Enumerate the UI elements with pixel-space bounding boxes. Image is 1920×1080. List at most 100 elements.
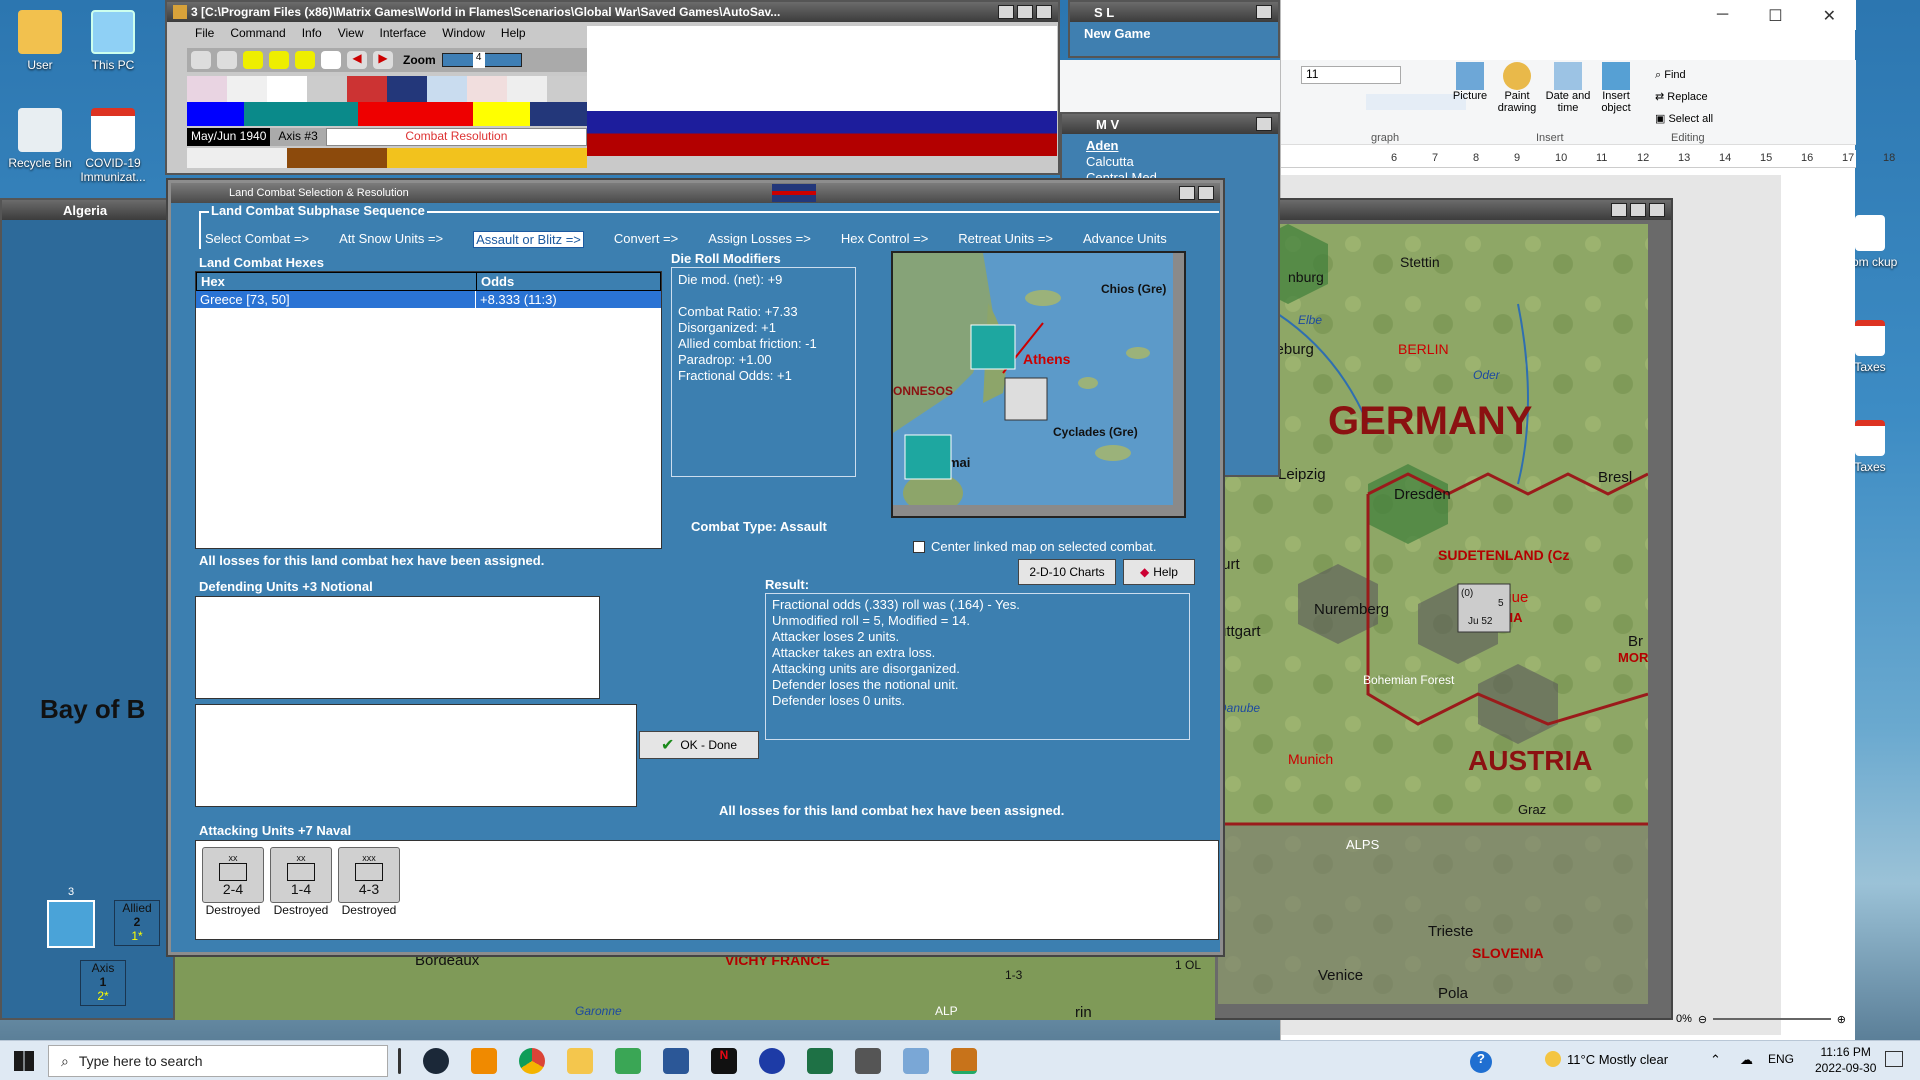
unit-counter[interactable] <box>970 324 1016 370</box>
sequence-step[interactable]: Select Combat => <box>205 231 309 248</box>
list-item[interactable]: Aden <box>1086 138 1157 154</box>
zoom-out-icon[interactable]: ⊖ <box>1698 1013 1707 1026</box>
lower-map-strip[interactable]: Bordeaux VICHY FRANCE Garonne ALP rin 1-… <box>175 952 1215 1021</box>
sequence-step[interactable]: Advance Units <box>1083 231 1167 248</box>
calculator-icon[interactable] <box>855 1048 881 1074</box>
list-item[interactable]: Calcutta <box>1086 154 1157 170</box>
network-icon[interactable]: ☁ <box>1740 1052 1753 1068</box>
font-size-box[interactable]: 11 <box>1301 66 1401 84</box>
excel-icon[interactable] <box>807 1048 833 1074</box>
maximize-icon[interactable] <box>1630 203 1646 217</box>
unit-stack-counter[interactable] <box>47 900 95 948</box>
search-box[interactable]: ⌕ Type here to search <box>48 1045 388 1077</box>
zoom-in-icon[interactable]: ⊕ <box>1837 1013 1846 1026</box>
list-item[interactable]: Central Med <box>1086 170 1157 178</box>
flag-icon[interactable] <box>227 76 267 102</box>
netflix-icon[interactable]: N <box>711 1048 737 1074</box>
menu-item-command[interactable]: Command <box>230 26 285 40</box>
china-flag-icon[interactable] <box>347 76 387 102</box>
zoom-slider[interactable] <box>1713 1018 1831 1020</box>
paint-drawing-button[interactable]: Paint drawing <box>1493 62 1541 114</box>
sequence-step[interactable]: Assault or Blitz => <box>473 231 584 248</box>
maximize-icon[interactable] <box>1017 5 1033 19</box>
task-view-icon[interactable] <box>398 1048 401 1074</box>
sequence-step[interactable]: Retreat Units => <box>958 231 1053 248</box>
ok-done-button[interactable]: ✔ OK - Done <box>639 731 759 759</box>
unit-counter[interactable]: xxx 4-3 <box>338 847 400 903</box>
replace-button[interactable]: ⇄ Replace <box>1655 86 1713 108</box>
minimize-icon[interactable] <box>1611 203 1627 217</box>
charts-button[interactable]: 2-D-10 Charts <box>1018 559 1116 585</box>
menu-item-help[interactable]: Help <box>501 26 526 40</box>
uk-flag-icon[interactable] <box>387 76 427 102</box>
unit-counter[interactable]: xx 2-4 <box>202 847 264 903</box>
wordpad-icon[interactable] <box>903 1048 929 1074</box>
file-explorer-icon[interactable] <box>567 1048 593 1074</box>
flag-icon[interactable] <box>427 76 467 102</box>
menu-item-view[interactable]: View <box>338 26 364 40</box>
menu-item-file[interactable]: File <box>195 26 214 40</box>
windows-start-icon[interactable] <box>14 1051 34 1071</box>
flag-icon[interactable] <box>547 76 587 102</box>
unit-counter[interactable] <box>1004 377 1048 421</box>
chrome-icon[interactable] <box>519 1048 545 1074</box>
insert-object-button[interactable]: Insert object <box>1593 62 1639 114</box>
zoom-slider[interactable]: 4 <box>441 52 522 68</box>
unit-counter[interactable]: xx 1-4 <box>270 847 332 903</box>
arrow-left-icon[interactable]: ◀ <box>347 51 367 69</box>
flag-icon[interactable] <box>187 76 227 102</box>
tool-icon[interactable] <box>191 51 211 69</box>
scrollbar[interactable] <box>1173 253 1186 518</box>
flag-icon[interactable] <box>507 76 547 102</box>
sequence-step[interactable]: Att Snow Units => <box>339 231 443 248</box>
tool-icon[interactable] <box>295 51 315 69</box>
axis-stack-box[interactable]: Axis 1 2* <box>80 960 126 1006</box>
center-linked-checkbox[interactable]: Center linked map on selected combat. <box>913 539 1156 554</box>
vlc-icon[interactable] <box>471 1048 497 1074</box>
find-button[interactable]: ⌕ Find <box>1655 64 1713 86</box>
picture-button[interactable]: Picture <box>1449 62 1491 102</box>
japan-flag-icon[interactable] <box>267 76 307 102</box>
greece-mini-map[interactable]: Chios (Gre) Athens ONNESOS Cyclades (Gre… <box>893 253 1186 518</box>
usa-flag-icon[interactable] <box>467 76 507 102</box>
nation-flags[interactable] <box>187 76 587 102</box>
menu-item-info[interactable]: Info <box>302 26 322 40</box>
flag-icon[interactable] <box>307 76 347 102</box>
notification-icon[interactable] <box>1885 1051 1903 1067</box>
desktop-icon-this-pc[interactable]: This PC <box>73 10 153 72</box>
weather-widget[interactable]: 11°C Mostly clear <box>1545 1051 1668 1067</box>
table-row[interactable]: Greece [73, 50] +8.333 (11:3) <box>196 291 661 308</box>
sequence-step[interactable]: Assign Losses => <box>708 231 811 248</box>
attacking-unit[interactable]: xx 1-4 Destroyed <box>270 847 332 933</box>
notepad-icon[interactable] <box>615 1048 641 1074</box>
zoom-control[interactable]: 0% ⊖ ⊕ <box>1676 1010 1846 1028</box>
minimize-icon[interactable]: ─ <box>1717 6 1728 24</box>
desktop-icon-recycle-bin[interactable]: Recycle Bin <box>0 108 80 170</box>
unit-counter[interactable] <box>904 434 952 480</box>
arrow-right-icon[interactable]: ▶ <box>373 51 393 69</box>
tool-icon[interactable] <box>243 51 263 69</box>
language-indicator[interactable]: ENG <box>1768 1052 1794 1066</box>
germany-map[interactable]: Stettin nburg Magdeburg BERLIN Elbe Oder… <box>1218 224 1648 1004</box>
tool-icon[interactable] <box>217 51 237 69</box>
desktop-icon-covid-pdf[interactable]: COVID-19 Immunizat... <box>73 108 153 184</box>
tray-chevron-icon[interactable]: ⌃ <box>1710 1052 1721 1068</box>
flag-tool-icon[interactable] <box>321 51 341 69</box>
close-icon[interactable] <box>1649 203 1665 217</box>
sequence-step[interactable]: Hex Control => <box>841 231 928 248</box>
scrollbar[interactable] <box>893 505 1173 518</box>
new-game-item[interactable]: New Game <box>1084 26 1150 41</box>
menu-item-interface[interactable]: Interface <box>380 26 427 40</box>
allied-stack-box[interactable]: Allied 2 1* <box>114 900 160 946</box>
help-button[interactable]: ◆ Help <box>1123 559 1195 585</box>
close-icon[interactable]: ✕ <box>1823 6 1836 25</box>
desktop-icon-user[interactable]: User <box>0 10 80 72</box>
menu-item-window[interactable]: Window <box>442 26 485 40</box>
word-icon[interactable] <box>663 1048 689 1074</box>
maximize-icon[interactable]: ☐ <box>1768 6 1782 25</box>
steam-icon[interactable] <box>423 1048 449 1074</box>
select-all-button[interactable]: ▣ Select all <box>1655 108 1713 130</box>
close-icon[interactable] <box>1198 186 1214 200</box>
clock[interactable]: 11:16 PM 2022-09-30 <box>1815 1044 1876 1076</box>
close-icon[interactable] <box>1256 117 1272 131</box>
